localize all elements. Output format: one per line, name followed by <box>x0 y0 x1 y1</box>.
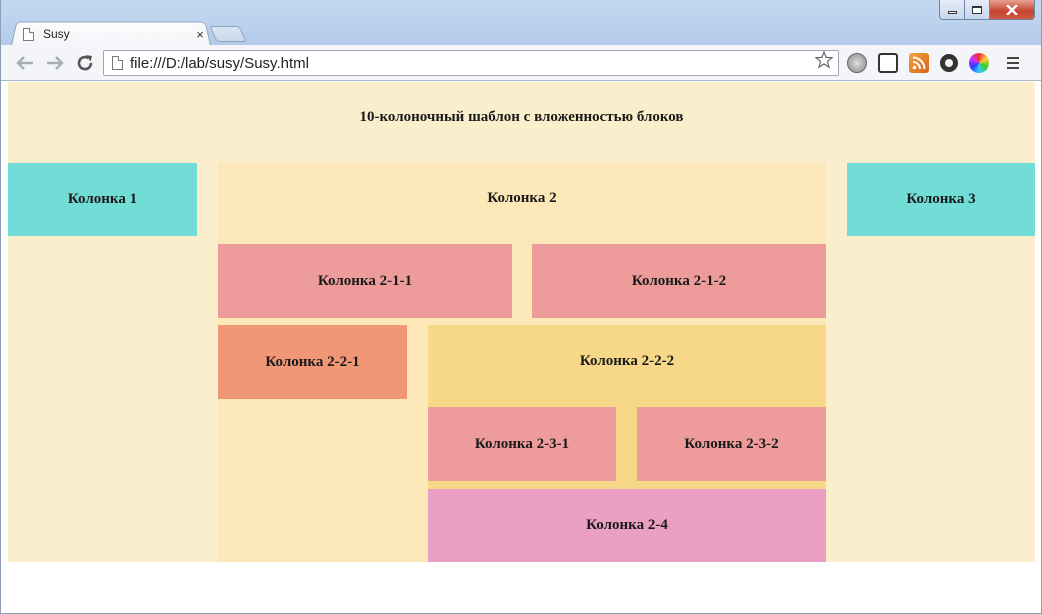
arrow-left-icon <box>16 56 33 70</box>
tab-title: Susy <box>43 27 70 41</box>
rss-icon[interactable] <box>909 53 929 73</box>
close-icon <box>1006 4 1018 15</box>
hamburger-menu-icon[interactable] <box>1004 53 1022 73</box>
color-picker-icon[interactable] <box>969 53 989 73</box>
close-window-button[interactable] <box>990 0 1035 20</box>
column-1: Колонка 1 <box>8 163 197 236</box>
column-2-1-2: Колонка 2-1-2 <box>532 244 826 318</box>
minimize-icon <box>947 11 957 14</box>
page-title: 10-колоночный шаблон с вложенностью блок… <box>359 108 684 125</box>
rss-glyph <box>912 56 926 70</box>
tab-close-icon[interactable]: × <box>193 27 207 42</box>
column-2-3-2: Колонка 2-3-2 <box>637 407 826 481</box>
address-bar[interactable]: file:///D:/lab/susy/Susy.html <box>103 50 839 76</box>
browser-tab[interactable]: Susy × <box>23 24 207 44</box>
column-2-4: Колонка 2-4 <box>428 489 826 562</box>
extension-icons <box>847 53 1022 73</box>
column-2-2-1: Колонка 2-2-1 <box>218 325 407 399</box>
window-controls <box>939 0 1035 20</box>
forward-button[interactable] <box>43 51 67 75</box>
maximize-button[interactable] <box>965 0 990 20</box>
page-container: 10-колоночный шаблон с вложенностью блок… <box>8 82 1035 562</box>
extension-shield-icon[interactable] <box>847 53 867 73</box>
url-text[interactable]: file:///D:/lab/susy/Susy.html <box>130 55 810 72</box>
back-button[interactable] <box>13 51 37 75</box>
extension-tool-icon[interactable] <box>878 53 898 73</box>
extension-ring-icon[interactable] <box>940 54 958 72</box>
bookmark-button[interactable] <box>810 50 838 75</box>
reload-button[interactable] <box>73 51 97 75</box>
page-icon <box>23 27 34 41</box>
browser-toolbar: file:///D:/lab/susy/Susy.html <box>1 45 1041 81</box>
browser-window: Susy × file:///D:/lab/susy/Susy.html 10-… <box>0 0 1042 614</box>
arrow-right-icon <box>47 56 64 70</box>
reload-icon <box>77 55 93 71</box>
star-icon <box>814 50 834 69</box>
file-icon <box>112 56 123 70</box>
maximize-icon <box>972 5 982 14</box>
new-tab-button[interactable] <box>209 26 247 42</box>
title-bar: Susy × <box>1 0 1041 45</box>
column-3: Колонка 3 <box>847 163 1035 236</box>
column-2-3-1: Колонка 2-3-1 <box>428 407 616 481</box>
minimize-button[interactable] <box>939 0 965 20</box>
column-2-1-1: Колонка 2-1-1 <box>218 244 512 318</box>
page-viewport: 10-колоночный шаблон с вложенностью блок… <box>1 82 1041 613</box>
